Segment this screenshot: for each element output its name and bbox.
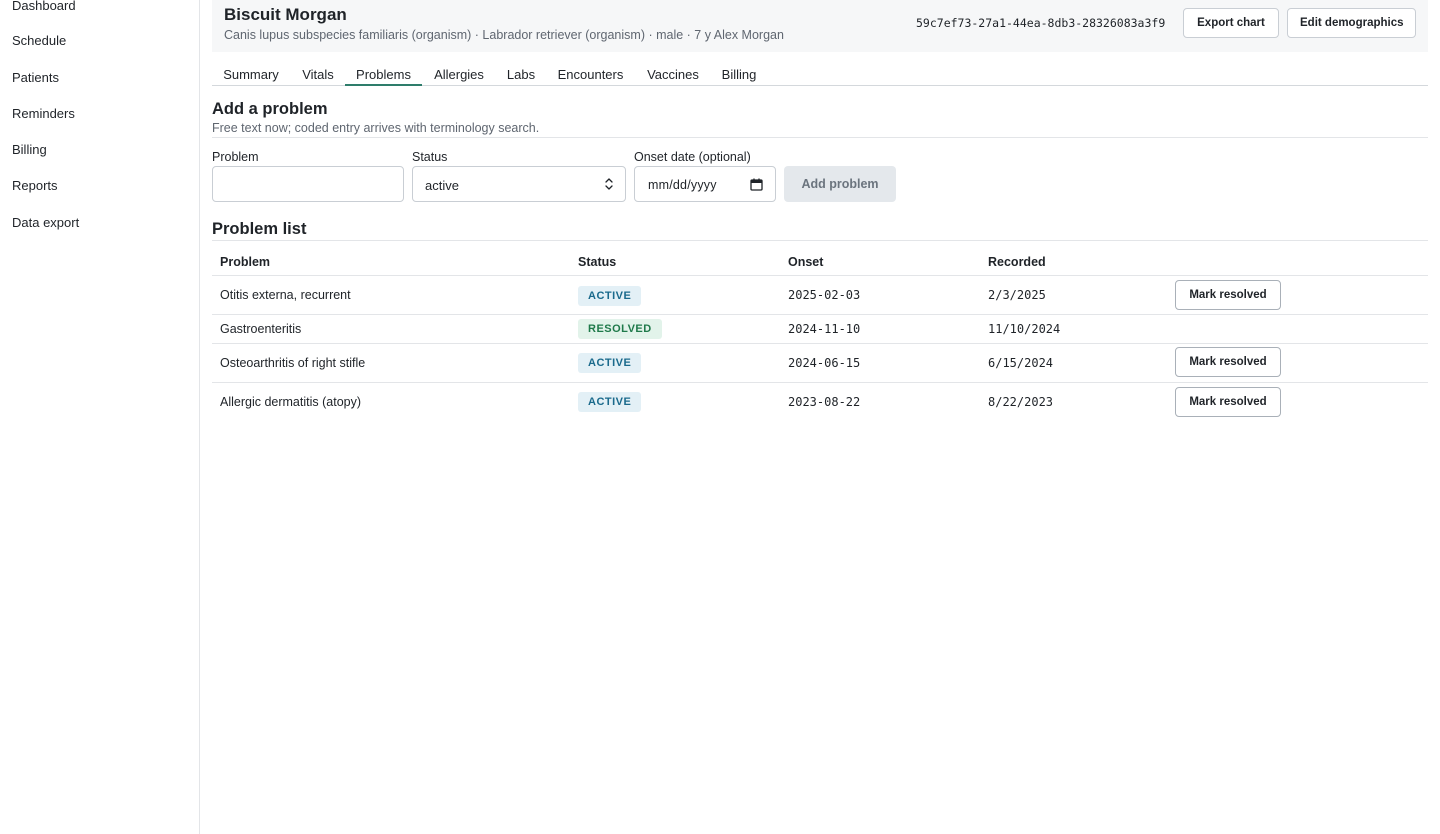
onset-date: 2024-06-15 [788,356,861,370]
tab-summary[interactable]: Summary [212,60,290,86]
table-row: Gastroenteritis RESOLVED 2024-11-10 11/1… [212,315,1428,344]
add-problem-button[interactable]: Add problem [784,166,896,202]
mark-resolved-button[interactable]: Mark resolved [1175,347,1281,377]
onset-field-label: Onset date (optional) [634,150,751,164]
tab-encounters[interactable]: Encounters [554,60,627,86]
edit-demographics-button[interactable]: Edit demographics [1287,8,1416,38]
onset-date: 2024-11-10 [788,322,861,336]
tab-problems[interactable]: Problems [345,60,422,86]
chart-tabs: Summary Vitals Problems Allergies Labs E… [212,60,1428,86]
table-row: Allergic dermatitis (atopy) ACTIVE 2023-… [212,383,1428,422]
problem-name: Osteoarthritis of right stifle [220,356,366,370]
onset-date-placeholder: mm/dd/yyyy [648,178,717,192]
status-badge: RESOLVED [578,319,662,339]
status-badge: ACTIVE [578,286,642,306]
section-divider [212,137,1428,138]
status-select[interactable]: active [412,166,626,202]
column-header-onset: Onset [788,255,824,269]
sidebar-item-billing[interactable]: Billing [12,142,47,157]
patient-name: Biscuit Morgan [224,5,347,24]
sidebar-item-dashboard[interactable]: Dashboard [12,0,76,13]
tab-vitals[interactable]: Vitals [294,60,342,86]
add-problem-title: Add a problem [212,100,328,118]
add-problem-description: Free text now; coded entry arrives with … [212,121,540,135]
section-divider [212,240,1428,241]
table-row: Otitis externa, recurrent ACTIVE 2025-02… [212,276,1428,315]
sidebar-item-reminders[interactable]: Reminders [12,106,75,121]
recorded-date: 11/10/2024 [988,322,1061,336]
sidebar-item-reports[interactable]: Reports [12,178,58,193]
patient-header: Biscuit Morgan Canis lupus subspecies fa… [212,0,1428,52]
table-header: Problem Status Onset Recorded [212,248,1428,276]
tab-allergies[interactable]: Allergies [427,60,491,86]
mark-resolved-button[interactable]: Mark resolved [1175,387,1281,417]
sidebar-item-data-export[interactable]: Data export [12,215,79,230]
problem-name: Otitis externa, recurrent [220,288,351,302]
recorded-date: 8/22/2023 [988,395,1054,409]
tab-billing[interactable]: Billing [718,60,760,86]
recorded-date: 2/3/2025 [988,288,1046,302]
status-badge: ACTIVE [578,392,642,412]
sidebar-item-patients[interactable]: Patients [12,70,59,85]
status-badge: ACTIVE [578,353,642,373]
app-root: Dashboard Schedule Patients Reminders Bi… [0,0,1440,834]
patient-id: 59c7ef73-27a1-44ea-8db3-28326083a3f9 [916,16,1166,30]
sidebar: Dashboard Schedule Patients Reminders Bi… [0,0,200,834]
tab-labs[interactable]: Labs [502,60,540,86]
patient-details: Canis lupus subspecies familiaris (organ… [224,28,784,42]
problem-name: Allergic dermatitis (atopy) [220,395,362,409]
table-row: Osteoarthritis of right stifle ACTIVE 20… [212,344,1428,383]
onset-date: 2025-02-03 [788,288,861,302]
status-select-value: active [425,178,459,193]
problem-list-title: Problem list [212,220,307,238]
calendar-icon[interactable] [750,178,763,191]
onset-date: 2023-08-22 [788,395,861,409]
problem-input[interactable] [212,166,404,202]
column-header-recorded: Recorded [988,255,1046,269]
column-header-status: Status [578,255,617,269]
chevron-up-down-icon [605,178,613,190]
problem-field-label: Problem [212,150,259,164]
problem-name: Gastroenteritis [220,322,302,336]
recorded-date: 6/15/2024 [988,356,1054,370]
sidebar-item-schedule[interactable]: Schedule [12,33,66,48]
mark-resolved-button[interactable]: Mark resolved [1175,280,1281,310]
status-field-label: Status [412,150,448,164]
onset-date-input[interactable]: mm/dd/yyyy [634,166,776,202]
tab-vaccines[interactable]: Vaccines [642,60,704,86]
column-header-problem: Problem [220,255,271,269]
export-chart-button[interactable]: Export chart [1183,8,1279,38]
